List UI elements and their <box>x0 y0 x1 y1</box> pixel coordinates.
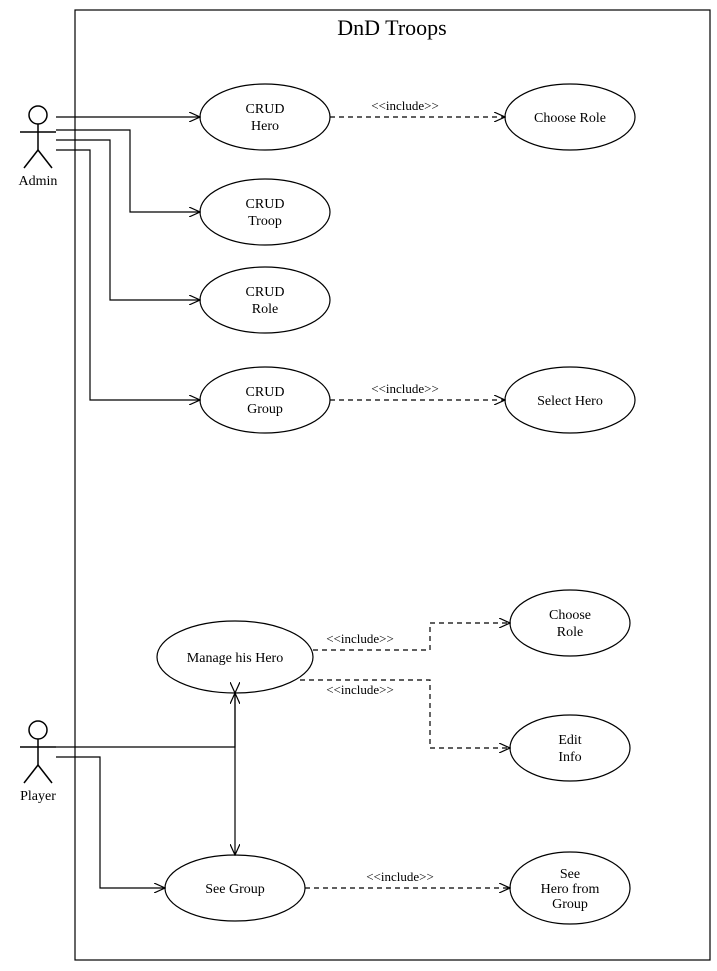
usecase-select-hero: Select Hero <box>505 367 635 433</box>
svg-text:Group: Group <box>552 897 588 912</box>
svg-text:Manage his Hero: Manage his Hero <box>187 651 283 666</box>
svg-text:CRUD: CRUD <box>246 197 285 212</box>
svg-text:CRUD: CRUD <box>246 385 285 400</box>
actor-admin: Admin <box>19 106 58 189</box>
assoc-player-see-group <box>56 757 165 888</box>
svg-text:Choose: Choose <box>549 608 591 623</box>
svg-text:<<include>>: <<include>> <box>326 631 394 646</box>
svg-text:See Group: See Group <box>205 882 265 897</box>
svg-text:CRUD: CRUD <box>246 102 285 117</box>
system-boundary <box>75 10 710 960</box>
svg-text:Select Hero: Select Hero <box>537 394 603 409</box>
actor-player-label: Player <box>20 789 56 804</box>
use-case-diagram: DnD Troops Admin Player CRUD Hero Choose… <box>0 0 717 971</box>
svg-text:Choose Role: Choose Role <box>534 111 606 126</box>
assoc-player-manage-hero <box>56 693 235 747</box>
svg-text:<<include>>: <<include>> <box>371 98 439 113</box>
usecase-crud-group: CRUD Group <box>200 367 330 433</box>
actor-admin-label: Admin <box>19 174 58 189</box>
svg-text:<<include>>: <<include>> <box>371 381 439 396</box>
svg-text:Hero from: Hero from <box>541 882 600 897</box>
svg-text:<<include>>: <<include>> <box>326 682 394 697</box>
usecase-crud-hero: CRUD Hero <box>200 84 330 150</box>
usecase-choose-role-bottom: Choose Role <box>510 590 630 656</box>
usecase-see-hero-from-group: See Hero from Group <box>510 852 630 924</box>
usecase-manage-hero: Manage his Hero <box>157 621 313 693</box>
svg-text:Info: Info <box>558 750 581 765</box>
usecase-crud-troop: CRUD Troop <box>200 179 330 245</box>
svg-text:<<include>>: <<include>> <box>366 869 434 884</box>
usecase-crud-role: CRUD Role <box>200 267 330 333</box>
svg-text:See: See <box>560 867 580 882</box>
svg-text:Group: Group <box>247 402 283 417</box>
assoc-admin-crud-role <box>56 140 200 300</box>
usecase-edit-info: Edit Info <box>510 715 630 781</box>
assoc-admin-crud-troop <box>56 130 200 212</box>
diagram-title: DnD Troops <box>337 15 446 40</box>
actor-player: Player <box>20 721 56 804</box>
usecase-see-group: See Group <box>165 855 305 921</box>
assoc-admin-crud-group <box>56 150 200 400</box>
svg-text:Troop: Troop <box>248 214 282 229</box>
svg-text:CRUD: CRUD <box>246 285 285 300</box>
svg-text:Role: Role <box>557 625 583 640</box>
svg-text:Edit: Edit <box>558 733 581 748</box>
svg-text:Hero: Hero <box>251 119 279 134</box>
svg-text:Role: Role <box>252 302 278 317</box>
usecase-choose-role-top: Choose Role <box>505 84 635 150</box>
